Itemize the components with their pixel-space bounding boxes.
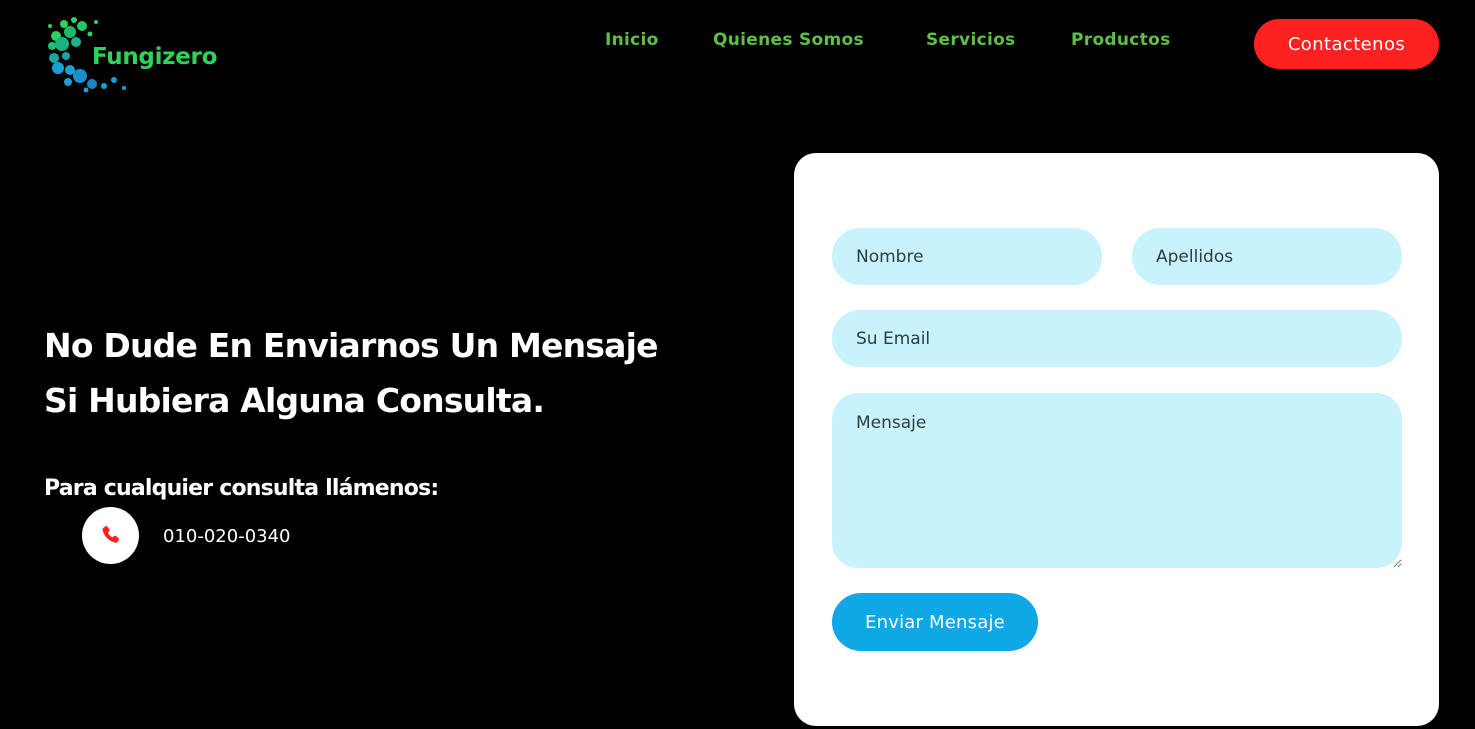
send-message-button[interactable]: Enviar Mensaje xyxy=(832,593,1038,651)
call-us-label: Para cualquier consulta llámenos: xyxy=(44,476,439,501)
nav-item-inicio[interactable]: Inicio xyxy=(605,30,659,50)
heading-line-1: No Dude En Enviarnos Un Mensaje xyxy=(44,326,658,365)
nav-item-quienes-somos[interactable]: Quienes Somos xyxy=(713,30,864,50)
page-heading: No Dude En Enviarnos Un Mensaje Si Hubie… xyxy=(44,318,744,428)
phone-icon-badge xyxy=(82,507,139,564)
site-logo[interactable]: Fungizero xyxy=(44,14,234,100)
page: Fungizero Inicio Quienes Somos Servicios… xyxy=(0,0,1475,729)
phone-number-link[interactable]: 010-020-0340 xyxy=(163,526,291,547)
nav-item-productos[interactable]: Productos xyxy=(1071,30,1171,50)
nombre-field[interactable] xyxy=(832,228,1102,285)
contact-form: Enviar Mensaje xyxy=(794,153,1439,726)
logo-text: Fungizero xyxy=(92,44,218,70)
contact-button[interactable]: Contactenos xyxy=(1254,19,1439,69)
heading-line-2: Si Hubiera Alguna Consulta. xyxy=(44,381,545,420)
email-field[interactable] xyxy=(832,310,1402,367)
apellidos-field[interactable] xyxy=(1132,228,1402,285)
mensaje-field[interactable] xyxy=(832,393,1402,568)
nav-item-servicios[interactable]: Servicios xyxy=(926,30,1015,50)
phone-icon xyxy=(102,525,119,543)
